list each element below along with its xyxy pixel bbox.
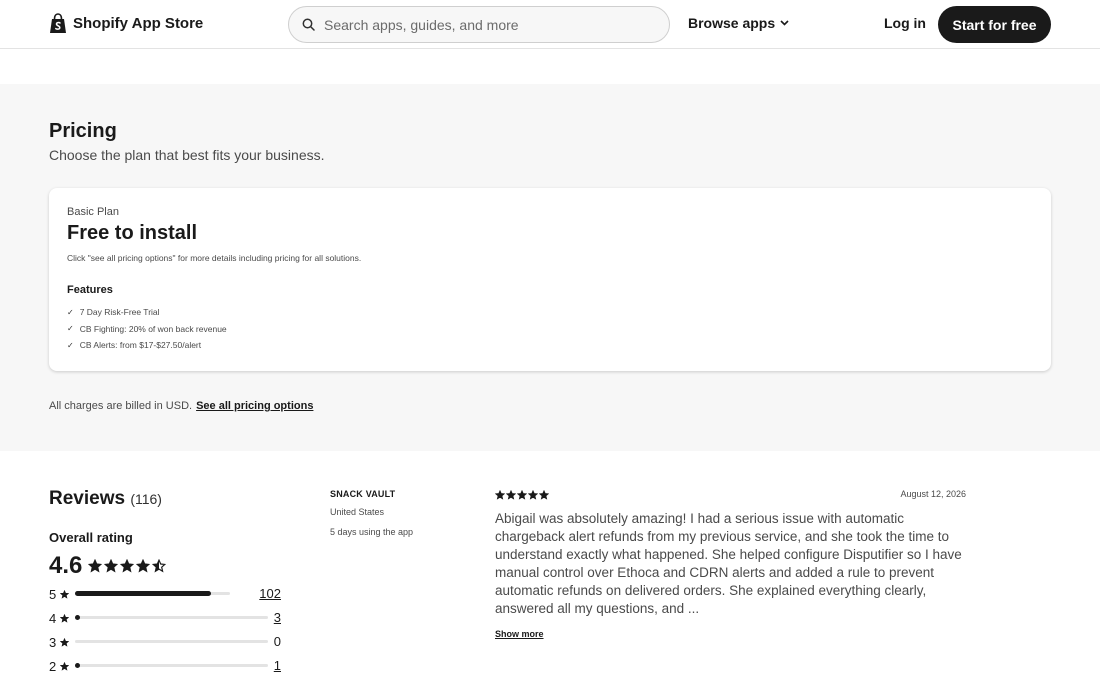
- search-bar[interactable]: [288, 6, 670, 43]
- feature-item: ✓ CB Fighting: 20% of won back revenue: [67, 323, 227, 334]
- check-icon: ✓: [67, 324, 74, 334]
- rating-row-2[interactable]: 21: [49, 658, 281, 674]
- plan-name: Basic Plan: [67, 206, 119, 218]
- check-icon: ✓: [67, 307, 74, 317]
- browse-apps-label: Browse apps: [688, 15, 776, 31]
- reviewer-name: SNACK VAULT: [330, 489, 396, 499]
- rating-bar-fill: [75, 591, 212, 596]
- star-icon: [60, 589, 69, 599]
- reviewer-country: United States: [330, 507, 385, 517]
- rating-row-4[interactable]: 43: [49, 610, 281, 626]
- pricing-subtitle: Choose the plan that best fits your busi…: [49, 147, 325, 163]
- star-icon: [495, 490, 505, 500]
- review-stars: [495, 490, 549, 500]
- search-input[interactable]: [324, 16, 644, 33]
- star-icon: [539, 490, 549, 500]
- rating-row-count[interactable]: 1: [274, 658, 281, 673]
- star-icon: [136, 559, 150, 573]
- star-icon: [120, 559, 134, 573]
- features-list: ✓ 7 Day Risk-Free Trial ✓ CB Fighting: 20%…: [67, 304, 227, 354]
- overall-rating-stars: [88, 559, 166, 573]
- top-nav: Shopify App Store Browse apps Log in Sta…: [0, 0, 1100, 49]
- star-icon: [60, 661, 69, 671]
- rating-row-count[interactable]: 3: [274, 610, 281, 625]
- search-icon: [302, 18, 315, 31]
- brand-name: Shopify App Store: [73, 15, 204, 32]
- review-date: August 12, 2026: [900, 489, 966, 499]
- reviews-heading: Reviews: [49, 488, 126, 509]
- pricing-section: Pricing Choose the plan that best fits y…: [0, 84, 1100, 451]
- shopify-bag-icon: [50, 13, 66, 33]
- overall-rating-value: 4.6: [49, 552, 83, 579]
- rating-row-stars: 5: [49, 586, 57, 602]
- rating-row-3[interactable]: 30: [49, 634, 281, 650]
- star-half-icon: [152, 559, 166, 573]
- plan-price: Free to install: [67, 222, 198, 244]
- star-icon: [104, 559, 118, 573]
- rating-row-count[interactable]: 102: [259, 586, 281, 601]
- rating-bar-track: [75, 640, 268, 643]
- reviews-title: Reviews (116): [49, 488, 162, 510]
- billing-text: All charges are billed in USD.: [49, 400, 193, 412]
- star-icon: [60, 613, 69, 623]
- rating-row-stars: 3: [49, 634, 57, 650]
- see-all-pricing-link[interactable]: See all pricing options: [196, 400, 313, 412]
- browse-apps-dropdown[interactable]: Browse apps: [688, 15, 789, 31]
- review-body: Abigail was absolutely amazing! I had a …: [495, 511, 962, 616]
- chevron-down-icon: [780, 20, 789, 26]
- feature-item: ✓ 7 Day Risk-Free Trial: [67, 307, 160, 318]
- plan-card: Basic Plan Free to install Click "see al…: [49, 188, 1051, 371]
- reviewer-info: SNACK VAULT United States 5 days using t…: [330, 489, 413, 537]
- shopify-app-store-logo[interactable]: Shopify App Store: [49, 13, 203, 34]
- star-icon: [506, 490, 516, 500]
- star-icon: [88, 559, 102, 573]
- login-link[interactable]: Log in: [884, 15, 926, 31]
- star-icon: [528, 490, 538, 500]
- star-icon: [60, 637, 69, 647]
- features-title: Features: [67, 284, 113, 296]
- rating-bar-track: [75, 591, 230, 596]
- rating-row-stars: 4: [49, 610, 57, 626]
- start-for-free-button[interactable]: Start for free: [938, 6, 1051, 43]
- star-icon: [517, 490, 527, 500]
- check-icon: ✓: [67, 340, 74, 350]
- show-more-link[interactable]: Show more: [495, 629, 544, 639]
- overall-rating-label: Overall rating: [49, 530, 133, 545]
- plan-note: Click "see all pricing options" for more…: [67, 253, 362, 263]
- rating-bar-fill: [75, 663, 80, 668]
- rating-bar-track: [75, 615, 268, 620]
- rating-bar-track: [75, 663, 268, 668]
- feature-item: ✓ CB Alerts: from $17-$27.50/alert: [67, 340, 202, 351]
- rating-row-count[interactable]: 0: [274, 634, 281, 649]
- rating-row-stars: 2: [49, 658, 57, 674]
- rating-bar-fill: [75, 615, 80, 620]
- reviewer-usage: 5 days using the app: [330, 527, 414, 537]
- reviews-count: (116): [130, 491, 162, 507]
- pricing-title: Pricing: [49, 120, 117, 142]
- billing-note: All charges are billed in USD. See all pr…: [49, 400, 313, 412]
- rating-row-5[interactable]: 5 102: [49, 586, 281, 602]
